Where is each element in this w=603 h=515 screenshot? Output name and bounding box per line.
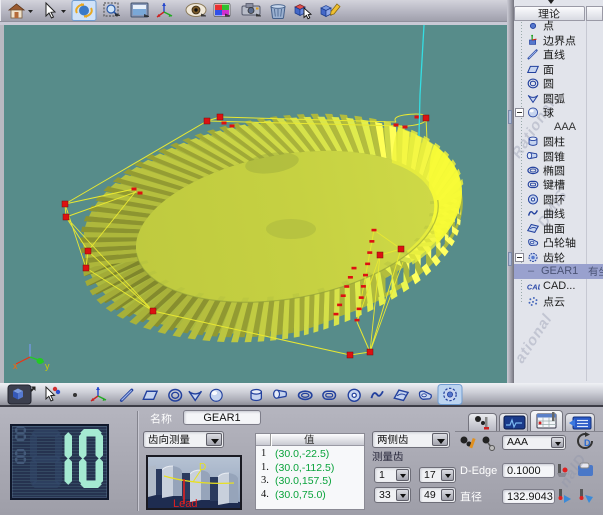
svg-text:D: D: [199, 462, 206, 473]
svg-text:x: x: [13, 361, 18, 371]
svg-text:D: D: [584, 438, 591, 448]
svg-text:Lead: Lead: [173, 498, 197, 508]
svg-text:y: y: [45, 361, 50, 371]
